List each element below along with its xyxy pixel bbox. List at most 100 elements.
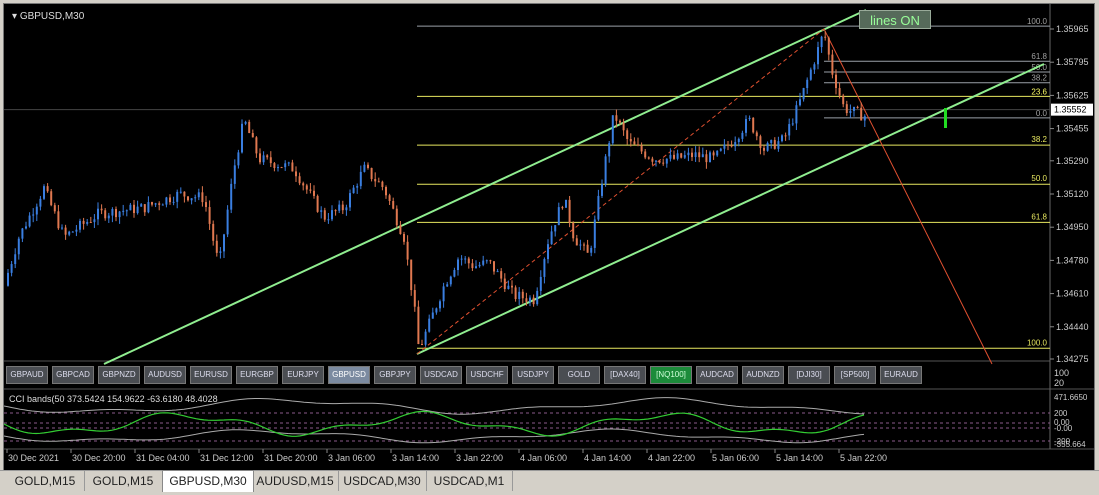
symbol-button-eurusd[interactable]: EURUSD — [190, 366, 232, 384]
candle-body — [489, 260, 492, 262]
candle-body — [536, 290, 539, 305]
trend-dashed-line — [416, 28, 825, 355]
symbol-button-usdcad[interactable]: USDCAD — [420, 366, 462, 384]
chart-tab[interactable]: GBPUSD,M30 — [162, 470, 254, 492]
candle-body — [662, 162, 665, 164]
candle-body — [770, 140, 773, 143]
symbol-button-audnzd[interactable]: AUDNZD — [742, 366, 784, 384]
time-label: 4 Jan 14:00 — [584, 453, 631, 463]
symbol-button-eurjpy[interactable]: EURJPY — [282, 366, 324, 384]
time-label: 4 Jan 22:00 — [648, 453, 695, 463]
candle-body — [64, 227, 67, 235]
candle-body — [449, 276, 452, 285]
candle-body — [665, 158, 668, 164]
candle-body — [151, 202, 153, 205]
candle-body — [406, 241, 409, 260]
candle-body — [565, 199, 567, 208]
current-price-label: 1.35552 — [1054, 105, 1087, 115]
symbol-button-usdjpy[interactable]: USDJPY — [512, 366, 554, 384]
candle-body — [327, 219, 330, 221]
chart-tab[interactable]: GOLD,M15 — [84, 471, 163, 491]
candle-body — [118, 211, 121, 218]
fib-level-label: 50.0 — [1031, 174, 1047, 183]
candle-body — [421, 344, 423, 346]
symbol-button-dji30[interactable]: [DJI30] — [788, 366, 830, 384]
candle-body — [100, 208, 103, 211]
upper-pane-axis-label: 20 — [1054, 378, 1064, 388]
price-chart[interactable]: 1.35965 1.35795 1.35625 1.35455 1.35290 1.351… — [4, 4, 1094, 489]
candle-body — [17, 238, 20, 255]
candle-body — [590, 247, 593, 253]
symbol-button-gbpjpy[interactable]: GBPJPY — [374, 366, 416, 384]
price-label: 1.34610 — [1056, 289, 1089, 299]
symbol-button-usdchf[interactable]: USDCHF — [466, 366, 508, 384]
symbol-button-nq100[interactable]: [NQ100] — [650, 366, 692, 384]
candle-body — [734, 142, 737, 147]
candle-body — [323, 210, 326, 220]
candle-body — [806, 79, 809, 89]
symbol-button-audusd[interactable]: AUDUSD — [144, 366, 186, 384]
candle-body — [773, 140, 776, 149]
time-label: 30 Dec 2021 — [8, 453, 59, 463]
price-label: 1.35965 — [1056, 24, 1089, 34]
symbol-button-gbpnzd[interactable]: GBPNZD — [98, 366, 140, 384]
candle-body — [683, 155, 686, 158]
candle-body — [529, 297, 531, 302]
candle-body — [331, 210, 333, 220]
symbol-button-gold[interactable]: GOLD — [558, 366, 600, 384]
candle-body — [10, 264, 13, 273]
chart-tab[interactable]: AUDUSD,M15 — [252, 471, 339, 491]
symbol-button-euraud[interactable]: EURAUD — [880, 366, 922, 384]
candle-body — [215, 240, 218, 253]
candle-body — [413, 290, 416, 307]
candle-body — [79, 220, 81, 230]
chart-tab[interactable]: USDCAD,M1 — [426, 471, 513, 491]
candle-body — [611, 115, 614, 144]
chart-area[interactable]: 1.35965 1.35795 1.35625 1.35455 1.35290 1.351… — [3, 3, 1095, 490]
candle-body — [277, 167, 279, 169]
candle-body — [305, 185, 308, 190]
symbol-button-dax40[interactable]: [DAX40] — [604, 366, 646, 384]
candle-body — [237, 152, 240, 166]
price-label: 1.34780 — [1056, 255, 1089, 265]
candle-body — [381, 181, 384, 188]
symbol-button-gbpcad[interactable]: GBPCAD — [52, 366, 94, 384]
candle-body — [745, 119, 747, 133]
lines-toggle-button[interactable]: lines ON — [859, 10, 931, 29]
symbol-button-gbpusd[interactable]: GBPUSD — [328, 366, 370, 384]
symbol-button-sp500[interactable]: [SP500] — [834, 366, 876, 384]
candle-body — [698, 152, 701, 158]
candle-body — [457, 259, 459, 271]
candle-body — [496, 271, 499, 273]
candle-body — [43, 186, 45, 199]
candle-body — [709, 152, 711, 163]
chart-title: ▾ GBPUSD,M30 — [12, 11, 85, 22]
symbol-button-gbpaud[interactable]: GBPAUD — [6, 366, 48, 384]
time-label: 5 Jan 14:00 — [776, 453, 823, 463]
candle-body — [298, 176, 301, 184]
candle-body — [586, 244, 589, 253]
symbol-button-eurgbp[interactable]: EURGBP — [236, 366, 278, 384]
fib-minor-label: 100.0 — [1027, 17, 1048, 26]
candle-body — [845, 104, 848, 114]
candle-body — [597, 195, 600, 220]
candle-body — [388, 195, 391, 201]
candle-body — [568, 199, 571, 223]
candle-body — [676, 153, 679, 159]
fib-level-label: 61.8 — [1031, 212, 1047, 221]
chart-tab[interactable]: USDCAD,M30 — [338, 471, 427, 491]
candle-body — [737, 138, 740, 143]
time-label: 31 Dec 04:00 — [136, 453, 190, 463]
candle-body — [367, 164, 369, 168]
candle-body — [820, 36, 823, 48]
candle-body — [241, 123, 243, 153]
candle-body — [842, 95, 845, 105]
candle-body — [543, 259, 546, 277]
chart-tab[interactable]: GOLD,M15 — [6, 471, 85, 491]
chart-tab-bar: GOLD,M15 GOLD,M15 GBPUSD,M30 AUDUSD,M15 USDC… — [0, 470, 1099, 495]
candle-body — [179, 191, 182, 193]
candle-body — [32, 214, 35, 216]
symbol-button-audcad[interactable]: AUDCAD — [696, 366, 738, 384]
candle-body — [169, 197, 171, 203]
candle-body — [755, 132, 758, 137]
